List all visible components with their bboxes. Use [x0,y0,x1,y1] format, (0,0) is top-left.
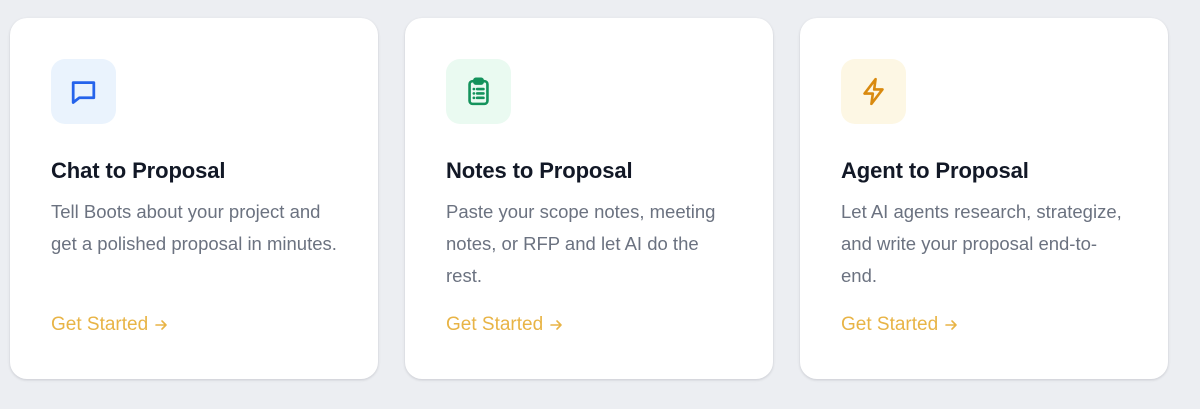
card-title: Agent to Proposal [841,158,1029,183]
arrow-right-icon [154,316,168,338]
card-chat-to-proposal[interactable]: Chat to Proposal Tell Boots about your p… [10,18,378,379]
card-chat-to-proposal-wrapper: Chat to Proposal Tell Boots about your p… [10,18,378,379]
arrow-right-icon [944,316,958,338]
card-description: Tell Boots about your project and get a … [51,201,337,254]
get-started-label: Get Started [841,314,939,335]
card-description: Paste your scope notes, meeting notes, o… [446,201,716,286]
card-description: Let AI agents research, strategize, and … [841,201,1122,286]
card-title: Chat to Proposal [51,158,226,183]
clipboard-list-icon [468,77,489,106]
proposal-options: Chat to Proposal Tell Boots about your p… [10,18,1168,379]
chat-bubble-icon [71,81,96,104]
icon-tile [841,59,906,124]
card-notes-to-proposal-wrapper: Notes to Proposal Paste your scope notes… [405,18,773,379]
arrow-right-icon [549,316,563,338]
get-started-link[interactable]: Get Started [446,314,563,338]
card-title: Notes to Proposal [446,158,633,183]
get-started-label: Get Started [51,314,149,335]
card-agent-to-proposal-wrapper: Agent to Proposal Let AI agents research… [800,18,1168,379]
get-started-link[interactable]: Get Started [51,314,168,338]
card-agent-to-proposal[interactable]: Agent to Proposal Let AI agents research… [800,18,1168,379]
icon-tile [446,59,511,124]
card-notes-to-proposal[interactable]: Notes to Proposal Paste your scope notes… [405,18,773,379]
lightning-bolt-icon [863,77,884,106]
icon-tile [51,59,116,124]
get-started-link[interactable]: Get Started [841,314,958,338]
get-started-label: Get Started [446,314,544,335]
